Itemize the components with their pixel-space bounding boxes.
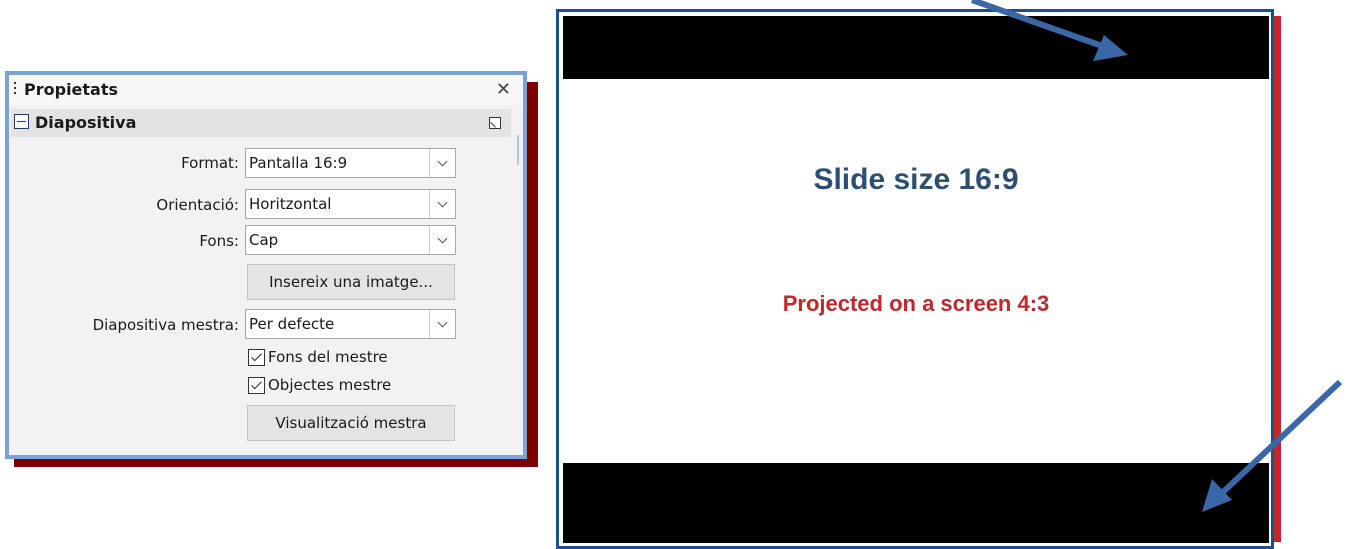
arrow-icon [1202, 379, 1343, 512]
annotation-arrows [971, 0, 1343, 512]
arrow-icon [971, 0, 1128, 61]
